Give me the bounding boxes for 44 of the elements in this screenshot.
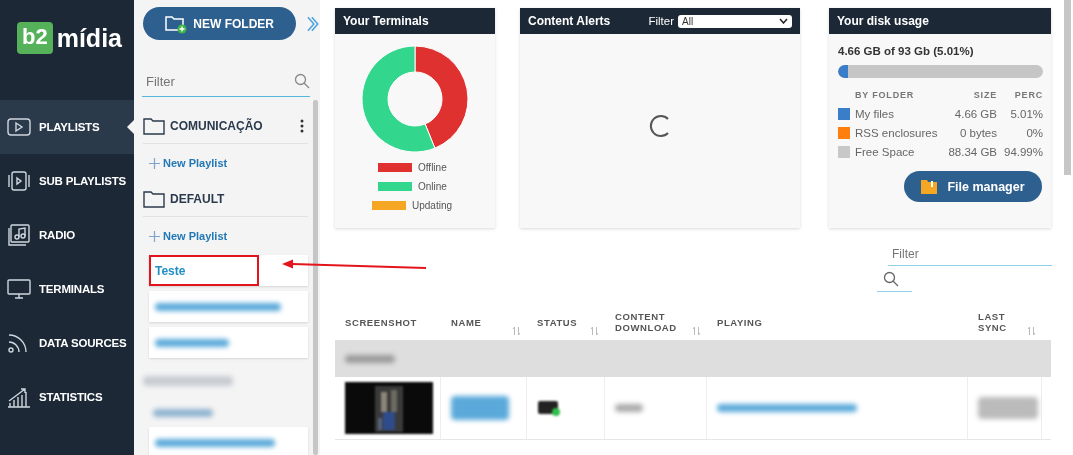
nav-item[interactable]: TERMINALS (0, 262, 134, 316)
card-title: Content Alerts (528, 14, 611, 28)
column-header: SCREENSHOT (345, 316, 417, 328)
size-value: 4.66 GB (953, 107, 997, 120)
playlist-card[interactable]: Teste (149, 255, 308, 286)
new-folder-button[interactable]: NEW FOLDER (143, 7, 297, 40)
folder-label: RSS enclosures (855, 126, 939, 139)
filter-field[interactable]: Filter (142, 72, 294, 90)
size-value: 0 bytes (958, 126, 997, 139)
card-title: Your Terminals (343, 14, 429, 28)
column-header: BY FOLDER (855, 89, 916, 100)
file-manager-button[interactable]: File manager (904, 171, 1042, 202)
legend-label: Updating (412, 200, 452, 211)
column-header[interactable]: NAME (451, 316, 482, 328)
legend-label: Offline (418, 162, 447, 173)
new-playlist-link[interactable]: New Playlist (143, 217, 308, 255)
column-header: SIZE (972, 89, 997, 100)
nav-item[interactable]: RADIO (0, 208, 134, 262)
playlist-name[interactable]: Teste (155, 263, 186, 278)
percent-value: 94.99% (1003, 145, 1043, 158)
nav-item[interactable]: DATA SOURCES (0, 316, 134, 370)
folder-label: Free Space (855, 145, 916, 158)
legend-label: Online (418, 181, 447, 192)
folder-label: My files (855, 107, 895, 120)
disk-summary: 4.66 GB of 93 Gb (5.01%) (838, 45, 975, 57)
size-value: 88.34 GB (947, 145, 997, 158)
nav-item[interactable]: PLAYLISTS (0, 100, 134, 154)
percent-value: 5.01% (1009, 107, 1043, 120)
column-header[interactable]: LAST SYNC (978, 311, 1018, 333)
column-header[interactable]: STATUS (537, 316, 578, 328)
new-playlist-link[interactable]: New Playlist (143, 144, 308, 182)
percent-value: 0% (1025, 126, 1043, 139)
nav-item[interactable]: SUB PLAYLISTS (0, 154, 134, 208)
logo-badge: b2 (17, 22, 53, 54)
filter-label: Filter (648, 15, 674, 27)
logo-text: mídia (56, 23, 122, 54)
column-header: PLAYING (717, 316, 763, 328)
column-header[interactable]: CONTENT DOWNLOAD (615, 311, 690, 333)
folder-name[interactable]: COMUNICAÇÃO (170, 119, 295, 133)
card-title: Your disk usage (837, 14, 929, 28)
nav-item[interactable]: STATISTICS (0, 370, 134, 424)
column-header: PERC (1013, 89, 1043, 100)
folder-name[interactable]: DEFAULT (170, 192, 308, 206)
filter-dropdown[interactable]: All (678, 14, 792, 28)
